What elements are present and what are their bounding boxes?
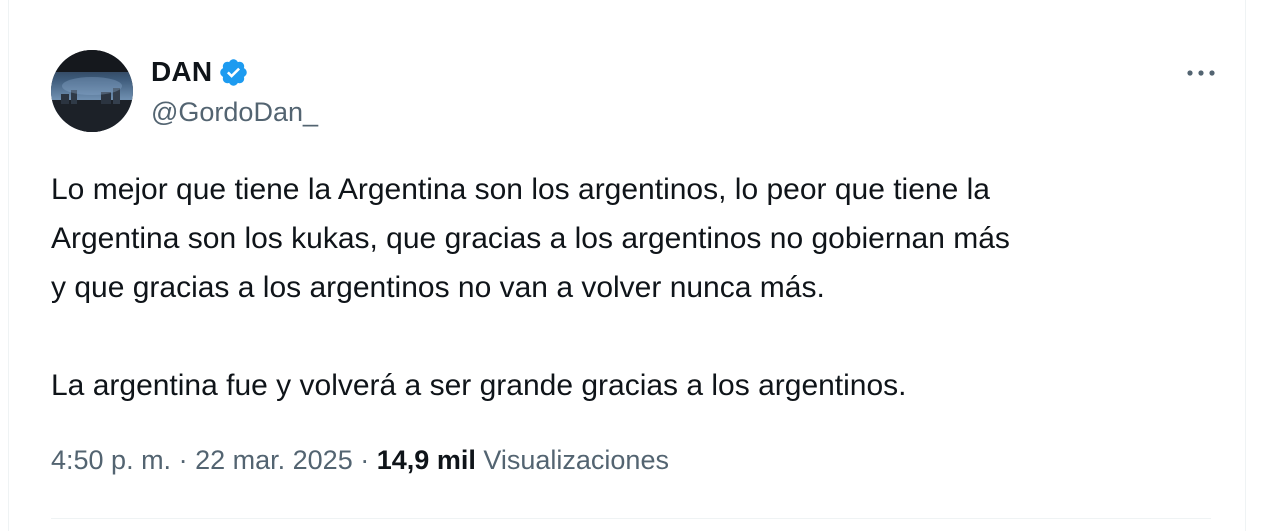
tweet-text: Lo mejor que tiene la Argentina son los … bbox=[51, 165, 1231, 410]
meta-separator: · bbox=[360, 445, 370, 475]
avatar-image bbox=[51, 50, 133, 132]
divider bbox=[51, 518, 1211, 519]
meta-separator: · bbox=[178, 445, 188, 475]
more-options-icon[interactable] bbox=[1179, 56, 1223, 90]
tweet-time: 4:50 p. m. bbox=[51, 445, 172, 475]
author-display-name[interactable]: DAN bbox=[151, 56, 212, 88]
author-name-row: DAN bbox=[151, 55, 249, 89]
tweet-text-paragraph: Lo mejor que tiene la Argentina son los … bbox=[51, 173, 1010, 304]
tweet-timestamp[interactable]: 4:50 p. m. · 22 mar. 2025 bbox=[51, 445, 353, 475]
tweet-meta: 4:50 p. m. · 22 mar. 2025 · 14,9 mil Vis… bbox=[51, 445, 669, 476]
avatar[interactable] bbox=[51, 50, 133, 132]
views-count: 14,9 mil bbox=[376, 445, 476, 475]
verified-badge-icon bbox=[218, 57, 249, 88]
tweet-text-paragraph: La argentina fue y volverá a ser grande … bbox=[51, 369, 907, 402]
author-handle[interactable]: @GordoDan_ bbox=[151, 97, 318, 128]
tweet-card: DAN @GordoDan_ Lo mejor que tiene la Arg… bbox=[8, 0, 1246, 531]
tweet-date: 22 mar. 2025 bbox=[195, 445, 353, 475]
views-label: Visualizaciones bbox=[483, 445, 669, 475]
